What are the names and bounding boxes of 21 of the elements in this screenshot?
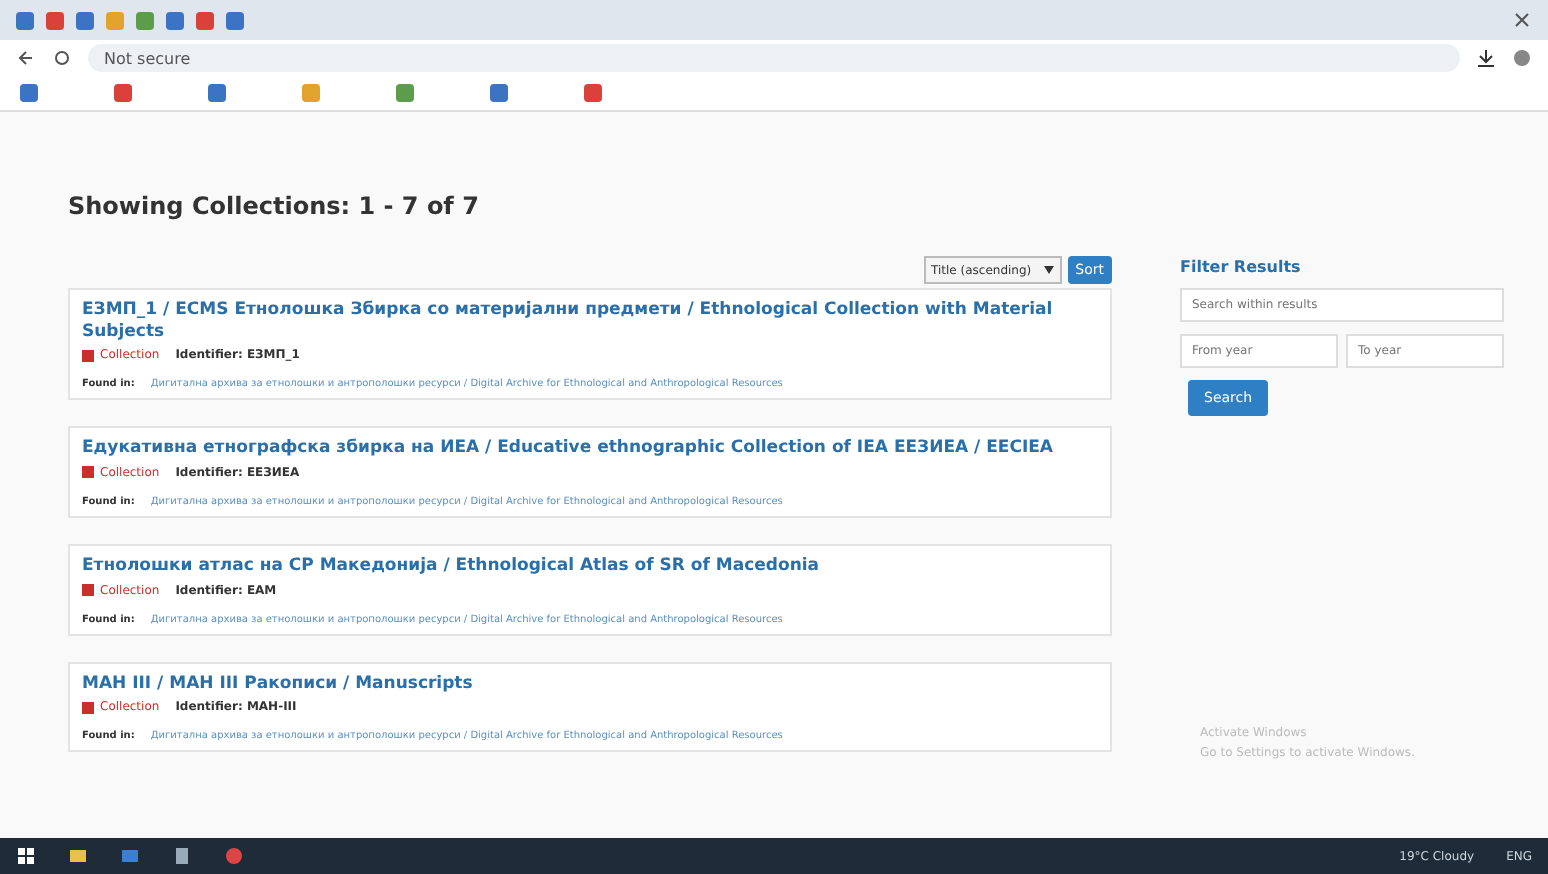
bookmark-icon[interactable]: [396, 84, 414, 102]
bookmark-icon[interactable]: [20, 84, 38, 102]
bookmark-icon[interactable]: [584, 84, 602, 102]
result-title-link[interactable]: Етнолошки атлас на СР Македонија / Ethnological Atlas of SR of Macedonia: [82, 555, 1098, 577]
results-heading: Showing Collections: 1 - 7 of 7: [68, 192, 481, 220]
result-title-link[interactable]: ЕЗМП_1 / ECMS Етнолошка Збирка со материјални предмети / Ethnological Collection with Material Subjects: [82, 300, 1098, 343]
profile-icon[interactable]: [1512, 48, 1532, 68]
folder-icon[interactable]: [68, 846, 88, 866]
bookmark-icon[interactable]: [208, 84, 226, 102]
result-title-link[interactable]: МАН III / МАН III Ракописи / Manuscripts: [82, 673, 1098, 695]
close-icon[interactable]: [1512, 10, 1532, 30]
filter-heading: Filter Results: [1180, 258, 1303, 276]
bookmark-icon[interactable]: [490, 84, 508, 102]
address-bar[interactable]: Not secure: [88, 44, 1460, 72]
back-icon[interactable]: [16, 48, 36, 68]
caret-icon: [1043, 266, 1054, 274]
windows-icon[interactable]: [16, 846, 36, 866]
result-title-link[interactable]: Едукативна етнографска збирка на ИЕА / Educative ethnographic Collection of IEA ЕЕЗИЕА / EECIEA: [82, 438, 1098, 460]
download-icon[interactable]: [1476, 48, 1496, 68]
reload-icon[interactable]: [52, 48, 72, 68]
bookmark-icon[interactable]: [114, 84, 132, 102]
